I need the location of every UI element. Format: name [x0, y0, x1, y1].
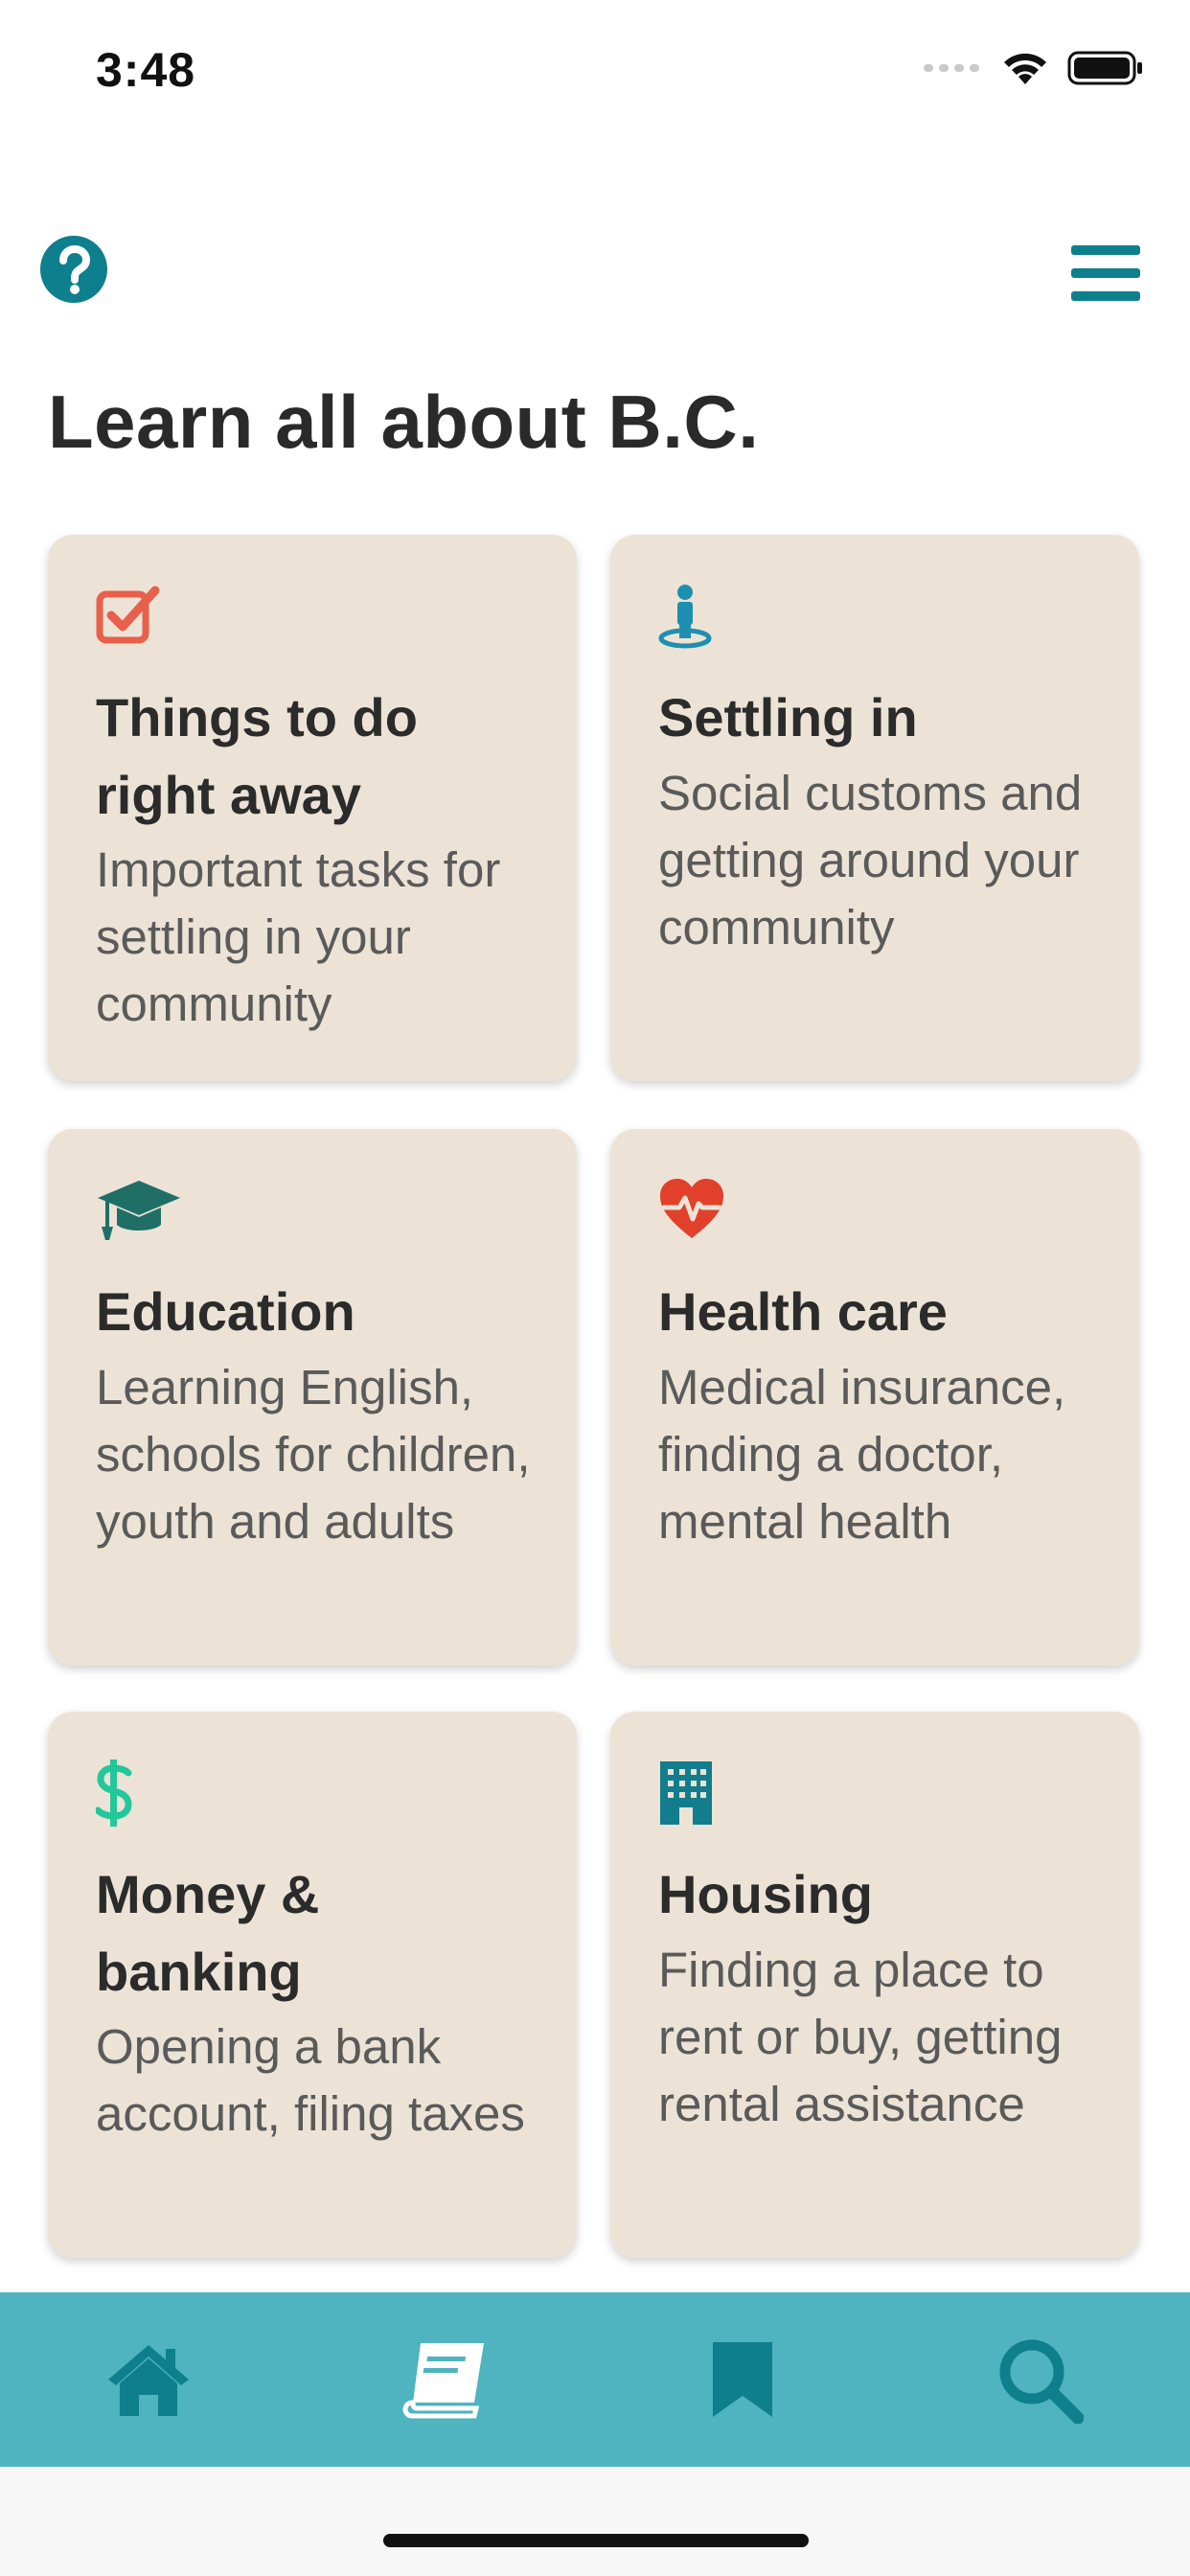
tab-search[interactable] [891, 2292, 1188, 2467]
heart-pulse-icon [660, 1179, 723, 1238]
help-icon[interactable] [38, 234, 109, 305]
card-title: Money & banking [96, 1864, 320, 2002]
card-description: Important tasks for settling in your com… [96, 842, 501, 1031]
home-indicator-area [0, 2467, 1190, 2576]
card-description: Learning English, schools for children, … [96, 1360, 531, 1549]
card-description: Medical insurance, finding a doctor, men… [658, 1360, 1066, 1549]
card-title: Housing [658, 1864, 873, 1924]
graduation-cap-icon [98, 1181, 180, 1240]
cellular-signal-icon [924, 64, 979, 72]
hamburger-menu-icon[interactable] [1071, 243, 1140, 303]
card-description: Finding a place to rent or buy, getting … [658, 1943, 1063, 2131]
topic-card-settling-in[interactable]: Settling in Social customs and getting a… [610, 535, 1139, 1081]
tab-learn[interactable] [297, 2292, 594, 2467]
status-time: 3:48 [96, 43, 196, 97]
bookmark-icon [713, 2342, 772, 2417]
card-title: Things to do right away [96, 687, 418, 825]
topic-card-money-banking[interactable]: Money & banking Opening a bank account, … [48, 1712, 577, 2258]
top-bar [0, 220, 1190, 316]
status-bar: 3:48 [0, 0, 1190, 144]
card-description: Social customs and getting around your c… [658, 766, 1083, 954]
checkbox-icon [96, 586, 160, 644]
tab-bar [0, 2292, 1190, 2467]
home-indicator[interactable] [383, 2534, 809, 2547]
card-description: Opening a bank account, filing taxes [96, 2019, 525, 2141]
card-title: Settling in [658, 687, 918, 748]
card-title: Education [96, 1281, 355, 1342]
page-title: Learn all about B.C. [48, 380, 760, 464]
home-icon [108, 2345, 189, 2416]
search-icon [999, 2339, 1084, 2424]
topic-card-education[interactable]: Education Learning English, schools for … [48, 1129, 577, 1666]
tab-home[interactable] [0, 2292, 297, 2467]
topic-card-things-to-do[interactable]: Things to do right away Important tasks … [48, 535, 577, 1081]
topic-card-housing[interactable]: Housing Finding a place to rent or buy, … [610, 1712, 1139, 2258]
wifi-icon [1004, 53, 1046, 84]
status-icons [924, 50, 1144, 86]
book-icon [402, 2343, 484, 2419]
dollar-icon [96, 1760, 132, 1827]
card-title: Health care [658, 1281, 948, 1342]
building-icon [660, 1761, 712, 1825]
topic-card-health-care[interactable]: Health care Medical insurance, finding a… [610, 1129, 1139, 1666]
battery-icon [1067, 51, 1142, 85]
person-pin-icon [658, 585, 712, 649]
tab-bookmarks[interactable] [594, 2292, 891, 2467]
